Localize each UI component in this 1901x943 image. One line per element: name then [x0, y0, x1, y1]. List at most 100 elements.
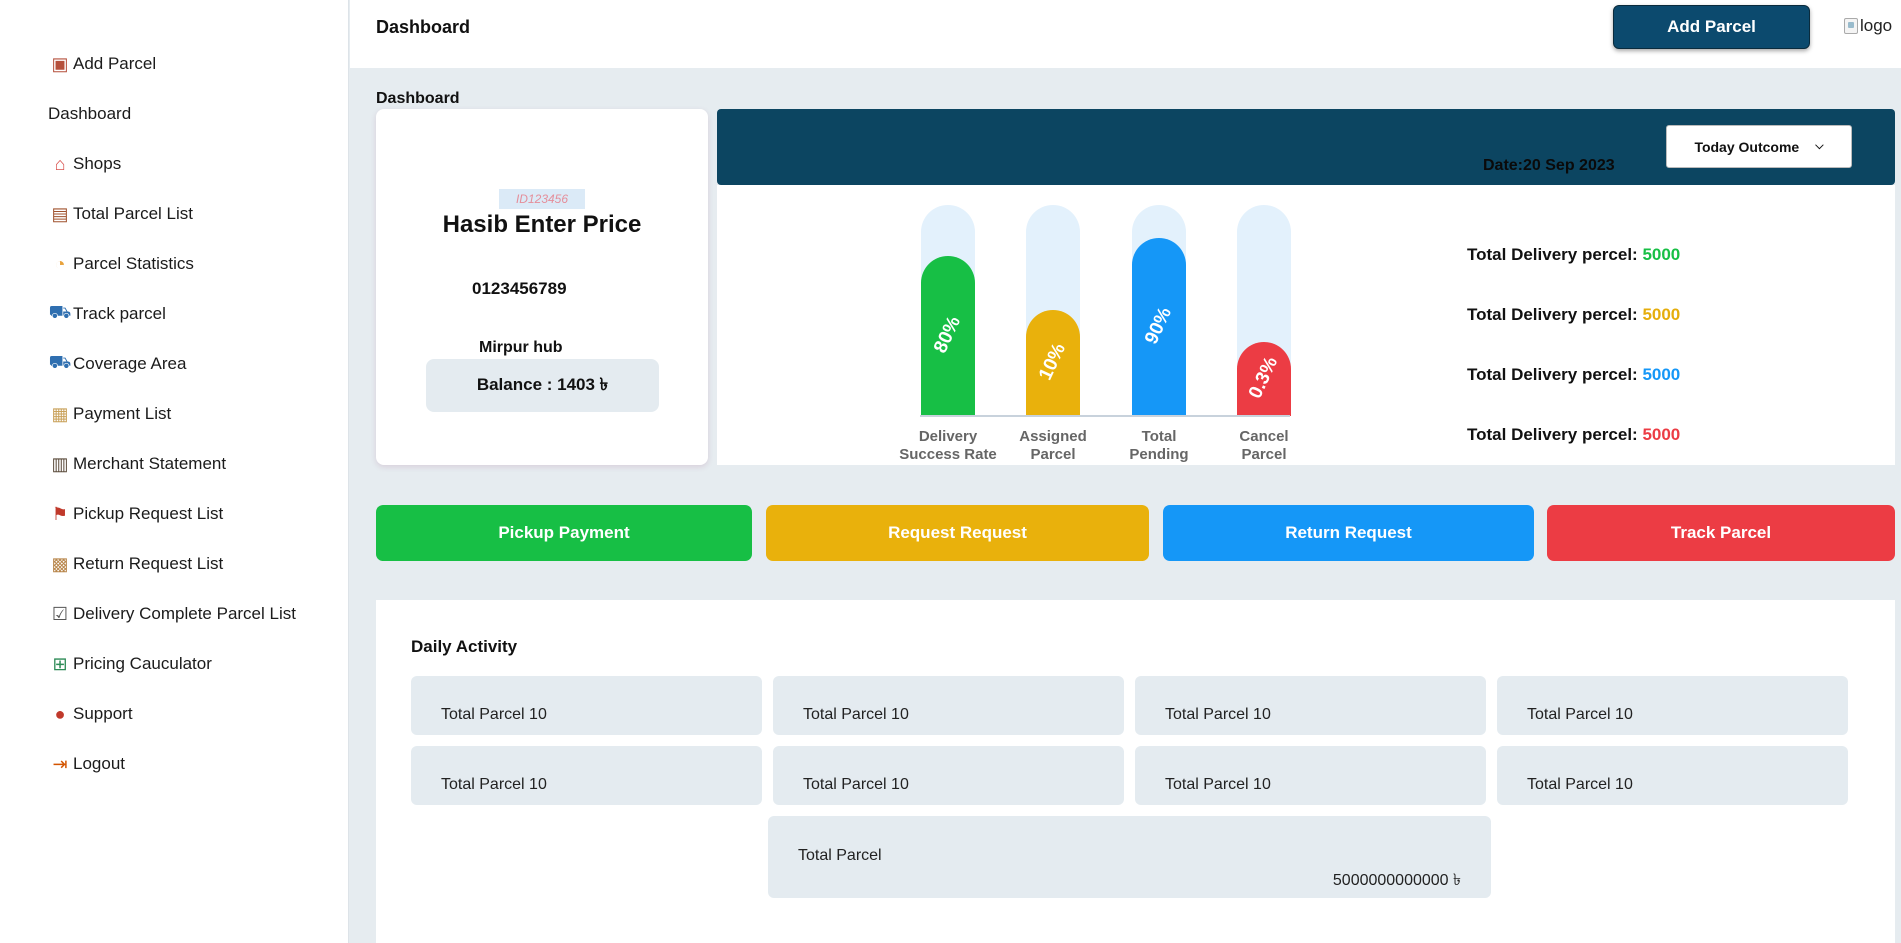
sidebar-item-delivery-complete-parcel-list[interactable]: ☑ Delivery Complete Parcel List — [48, 601, 296, 627]
sidebar-item-support[interactable]: ● Support — [48, 701, 133, 727]
stat-value: 5000 — [1642, 425, 1681, 444]
bar-category-label: Total — [1141, 428, 1177, 445]
delivery-stat: Total Delivery percel: 5000 — [1467, 245, 1680, 265]
activity-tile: Total Parcel 10 — [1497, 746, 1848, 805]
bar-category-label: Cancel — [1239, 428, 1289, 445]
sidebar-item-pricing-cauculator[interactable]: ⊞ Pricing Cauculator — [48, 651, 212, 677]
sidebar-item-label: Logout — [73, 754, 125, 773]
section-title: Dashboard — [376, 90, 460, 107]
logo-alt-text: logo — [1860, 16, 1893, 35]
track-parcel-button[interactable]: Track Parcel — [1547, 505, 1895, 561]
total-parcel-summary: Total Parcel 5000000000000 ৳ — [768, 816, 1491, 898]
activity-tile-text: Total Parcel 10 — [1165, 706, 1271, 723]
total-parcel-label: Total Parcel — [798, 847, 882, 864]
balance-box: Balance : 1403 ৳ — [426, 359, 659, 412]
stat-label: Total Delivery percel: — [1467, 305, 1638, 324]
activity-tile-text: Total Parcel 10 — [803, 706, 909, 723]
sidebar-item-label: Return Request List — [73, 554, 224, 573]
page-title: Dashboard — [376, 17, 471, 37]
sidebar-item-logout[interactable]: ⇥ Logout — [48, 751, 125, 777]
activity-tile-text: Total Parcel 10 — [1527, 776, 1633, 793]
activity-tile: Total Parcel 10 — [773, 676, 1124, 735]
sidebar-item-label: Support — [73, 704, 133, 723]
activity-tile: Total Parcel 10 — [1135, 676, 1486, 735]
delivery-stat: Total Delivery percel: 5000 — [1467, 305, 1680, 325]
activity-tile: Total Parcel 10 — [773, 746, 1124, 805]
activity-tile: Total Parcel 10 — [1497, 676, 1848, 735]
bar-category-label: Assigned — [1019, 428, 1087, 445]
outcome-select-value: Today Outcome — [1694, 138, 1800, 155]
activity-tile-text: Total Parcel 10 — [441, 706, 547, 723]
parcel-add-icon: ▣ — [51, 53, 69, 74]
chart-header: Date:20 Sep 2023 Today Outcome ⌵ — [717, 109, 1895, 185]
sidebar: ▣ Add Parcel Dashboard ⌂ Shops ▤ Total Parcel … — [0, 0, 349, 943]
stat-label: Total Delivery percel: — [1467, 425, 1638, 444]
sidebar-item-label: Merchant Statement — [73, 454, 227, 473]
activity-tile: Total Parcel 10 — [1135, 746, 1486, 805]
sidebar-item-dashboard[interactable]: Dashboard — [48, 101, 131, 127]
sidebar-item-label: Parcel Statistics — [73, 254, 194, 273]
merchant-profile-card: ID123456 Hasib Enter Price 0123456789 Mi… — [376, 109, 708, 465]
chart-panel — [717, 185, 1895, 465]
support-icon: ● — [54, 703, 66, 724]
merchant-id-badge: ID123456 — [499, 189, 585, 209]
activity-tile-text: Total Parcel 10 — [1165, 776, 1271, 793]
statistics-icon: ◔ — [54, 253, 66, 274]
chevron-down-icon: ⌵ — [1815, 140, 1824, 152]
bar-category-label: Pending — [1129, 446, 1189, 463]
calculator-icon: ⊞ — [52, 653, 68, 674]
delivery-truck-icon: ⛟ — [48, 302, 72, 322]
return-box-icon: ▩ — [51, 553, 69, 574]
sidebar-item-parcel-statistics[interactable]: ◔ Parcel Statistics — [48, 251, 194, 277]
delivery-stat: Total Delivery percel: 5000 — [1467, 365, 1680, 385]
stat-value: 5000 — [1642, 245, 1681, 264]
add-parcel-button[interactable]: Add Parcel — [1613, 5, 1810, 49]
delivery-stat: Total Delivery percel: 5000 — [1467, 425, 1680, 445]
bar-category-label: Delivery — [918, 428, 978, 445]
sidebar-item-track-parcel[interactable]: ⛟ Track parcel — [48, 301, 166, 327]
bar-category-label: Success Rate — [899, 446, 997, 463]
pickup-payment-button[interactable]: Pickup Payment — [376, 505, 752, 561]
pickup-scooter-icon: ⚑ — [51, 503, 69, 524]
logout-icon: ⇥ — [52, 753, 68, 774]
stat-value: 5000 — [1642, 365, 1681, 384]
stat-label: Total Delivery percel: — [1467, 365, 1638, 384]
return-request-button[interactable]: Return Request — [1163, 505, 1534, 561]
stat-value: 5000 — [1642, 305, 1681, 324]
checklist-icon: ☑ — [51, 603, 69, 624]
activity-tile: Total Parcel 10 — [411, 746, 762, 805]
sidebar-item-label: Delivery Complete Parcel List — [73, 604, 296, 623]
sidebar-item-label: Pricing Cauculator — [73, 654, 212, 673]
sidebar-item-label: Track parcel — [73, 304, 166, 323]
sidebar-item-return-request-list[interactable]: ▩ Return Request List — [48, 551, 223, 577]
sidebar-item-merchant-statement[interactable]: ▥ Merchant Statement — [48, 451, 226, 477]
sidebar-item-coverage-area[interactable]: ⛟ Coverage Area — [48, 351, 187, 377]
total-parcel-value: 5000000000000 ৳ — [1332, 872, 1461, 889]
sidebar-item-payment-list[interactable]: ▦ Payment List — [48, 401, 171, 427]
outcome-select[interactable]: Today Outcome ⌵ — [1666, 125, 1852, 168]
sidebar-item-label: Payment List — [73, 404, 172, 423]
sidebar-item-add-parcel[interactable]: ▣ Add Parcel — [48, 51, 156, 77]
request-request-button[interactable]: Request Request — [766, 505, 1149, 561]
activity-tile-text: Total Parcel 10 — [441, 776, 547, 793]
logo: logo — [1844, 16, 1892, 36]
shop-icon: ⌂ — [54, 153, 66, 174]
sidebar-item-total-parcel-list[interactable]: ▤ Total Parcel List — [48, 201, 193, 227]
sidebar-item-label: Total Parcel List — [73, 204, 193, 223]
sidebar-item-label: Shops — [73, 154, 122, 173]
merchant-phone: 0123456789 — [472, 279, 567, 298]
sidebar-item-label: Dashboard — [48, 104, 132, 123]
daily-activity-title: Daily Activity — [411, 637, 518, 656]
daily-activity-panel: Daily Activity Total Parcel 500000000000… — [376, 600, 1895, 943]
activity-tile-text: Total Parcel 10 — [803, 776, 909, 793]
clipboard-icon: ▤ — [51, 203, 69, 224]
sidebar-item-label: Pickup Request List — [73, 504, 224, 523]
merchant-hub: Mirpur hub — [479, 339, 563, 356]
broken-image-icon — [1844, 18, 1858, 34]
stat-label: Total Delivery percel: — [1467, 245, 1638, 264]
payment-list-icon: ▦ — [51, 403, 69, 424]
sidebar-item-shops[interactable]: ⌂ Shops — [48, 151, 122, 177]
sidebar-item-label: Add Parcel — [73, 54, 157, 73]
top-bar: Dashboard Add Parcel logo — [350, 0, 1901, 68]
sidebar-item-pickup-request-list[interactable]: ⚑ Pickup Request List — [48, 501, 223, 527]
